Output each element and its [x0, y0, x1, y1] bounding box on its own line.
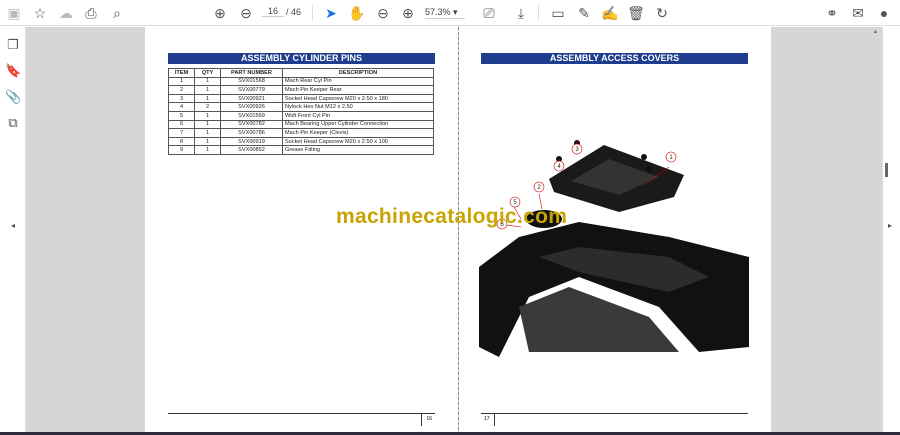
table-row: 4 2 SVX00926 Nylock Hex Nut M12 x 2.50 [168, 102, 434, 112]
table-cell: SVX00779 [220, 85, 283, 95]
zoom-out-icon[interactable]: ⊖ [374, 4, 392, 22]
attachments-icon[interactable]: 📎 [5, 89, 21, 105]
access-covers-illustration: 1 2 3 4 5 6 [479, 140, 749, 357]
page-up-icon[interactable]: ⊕ [211, 4, 229, 22]
toolbar: ▣ ☆ ☁ ⎙ ⌕ ⊕ ⊖ 16 / 46 ➤ ✋ ⊖ ⊕ 57.3% ▾ ⎚ … [0, 0, 900, 26]
search-icon[interactable]: ⌕ [108, 4, 126, 22]
account-icon[interactable]: ● [875, 4, 893, 22]
table-row: 6 1 SVX00782 Mach Bearing Upper Cylinder Co… [168, 119, 434, 130]
sign-icon[interactable]: ✍ [601, 4, 619, 22]
section-title: ASSEMBLY ACCESS COVERS [481, 53, 748, 64]
table-row: 8 1 SVX00919 Socket Head Capscrew M20 x 2.5… [168, 136, 434, 147]
print-icon[interactable]: ⎙ [82, 4, 100, 22]
table-cell: SVX01569 [220, 110, 283, 121]
collapse-left-icon[interactable]: ◂ [5, 221, 21, 237]
table-cell: 1 [194, 128, 221, 138]
scroll-mode-icon[interactable]: ⤓ [512, 4, 530, 22]
page-footer: 16 [168, 413, 435, 426]
table-row: 9 1 SVX00852 Grease Fitting [168, 145, 434, 155]
table-cell: 9 [168, 145, 195, 155]
upload-cloud-icon[interactable]: ☁ [57, 4, 75, 22]
table-cell: Mach Pin Keeper (Clevis) [282, 128, 434, 138]
table-cell: 3 [168, 93, 195, 104]
page-footer: 17 [481, 413, 748, 426]
share-link-icon[interactable]: ⚭ [823, 4, 841, 22]
col-header: DESCRIPTION [282, 68, 434, 78]
col-header: PART NUMBER [220, 68, 283, 78]
page-total: / 46 [286, 7, 302, 17]
comment-icon[interactable]: ▭ [549, 4, 567, 22]
page-thumbnails-icon[interactable]: ❐ [5, 37, 21, 53]
save-icon[interactable]: ▣ [5, 4, 23, 22]
table-cell: 1 [194, 93, 221, 104]
page-number-input[interactable]: 16 [262, 6, 284, 17]
table-cell: Mach Bearing Upper Cylinder Connection [282, 119, 434, 130]
table-cell: SVX00921 [220, 93, 283, 104]
table-cell: 2 [194, 102, 221, 112]
email-icon[interactable]: ✉ [849, 4, 867, 22]
table-row: 7 1 SVX00786 Mach Pin Keeper (Clevis) [168, 128, 434, 138]
table-cell: 1 [168, 76, 195, 87]
highlight-pen-icon[interactable]: ✎ [575, 4, 593, 22]
table-cell: 2 [168, 85, 195, 95]
table-row: 5 1 SVX01569 Widt Front Cyl Pin [168, 110, 434, 121]
layers-icon[interactable]: ⧉ [5, 115, 21, 131]
parts-table: ITEM QTY PART NUMBER DESCRIPTION 1 1 SVX01… [168, 68, 434, 155]
table-cell: Mach Pin Keeper Rear [282, 85, 434, 95]
table-row: 3 1 SVX00921 Socket Head Capscrew M20 x 2.5… [168, 93, 434, 104]
document-canvas[interactable]: ASSEMBLY CYLINDER PINS ITEM QTY PART NUM… [26, 27, 882, 435]
table-cell: SVX01568 [220, 76, 283, 87]
table-cell: SVX00852 [220, 145, 283, 155]
table-cell: 1 [194, 136, 221, 147]
bookmark-star-icon[interactable]: ☆ [31, 4, 49, 22]
table-cell: 1 [194, 85, 221, 95]
vertical-scrollbar[interactable]: ▸ [882, 27, 900, 435]
watermark: machinecatalogic.com [336, 205, 568, 228]
table-cell: SVX00786 [220, 128, 283, 138]
table-cell: 7 [168, 128, 195, 138]
page-number: 16 [426, 416, 432, 422]
zoom-in-icon[interactable]: ⊕ [399, 4, 417, 22]
hand-tool-icon[interactable]: ✋ [348, 4, 366, 22]
select-cursor-icon[interactable]: ➤ [322, 4, 340, 22]
zoom-level-select[interactable]: 57.3% ▾ [425, 7, 465, 19]
left-sidebar: ❐ 🔖 📎 ⧉ ◂ [0, 27, 26, 435]
rotate-icon[interactable]: ↻ [653, 4, 671, 22]
table-cell: 1 [194, 110, 221, 121]
col-header: QTY [194, 68, 221, 78]
section-title: ASSEMBLY CYLINDER PINS [168, 53, 435, 64]
page-17: ASSEMBLY ACCESS COVERS 1 2 3 4 5 6 17 [459, 27, 771, 435]
table-cell: Widt Front Cyl Pin [282, 110, 434, 121]
table-cell: SVX00782 [220, 119, 283, 130]
table-cell: 1 [194, 119, 221, 130]
table-cell: SVX00926 [220, 102, 283, 112]
table-cell: Socket Head Capscrew M20 x 2.50 x 100 [282, 136, 434, 147]
table-cell: 8 [168, 136, 195, 147]
table-cell: Mach Rear Cyl Pin [282, 76, 434, 87]
bookmarks-icon[interactable]: 🔖 [5, 63, 21, 79]
page-down-icon[interactable]: ⊖ [237, 4, 255, 22]
table-cell: Nylock Hex Nut M12 x 2.50 [282, 102, 434, 112]
table-cell: 4 [168, 102, 195, 112]
scrollbar-thumb[interactable] [885, 163, 888, 177]
table-cell: 1 [194, 76, 221, 87]
page-16: ASSEMBLY CYLINDER PINS ITEM QTY PART NUM… [145, 27, 458, 435]
table-cell: 6 [168, 119, 195, 130]
zoom-value: 57.3% [425, 7, 451, 17]
table-cell: Grease Fitting [282, 145, 434, 155]
table-cell: SVX00919 [220, 136, 283, 147]
table-row: 1 1 SVX01568 Mach Rear Cyl Pin [168, 76, 434, 87]
table-cell: 5 [168, 110, 195, 121]
table-cell: Socket Head Capscrew M20 x 2.50 x 180 [282, 93, 434, 104]
table-cell: 1 [194, 145, 221, 155]
delete-icon[interactable]: 🗑 [627, 4, 645, 22]
page-number: 17 [484, 416, 490, 422]
table-row: 2 1 SVX00779 Mach Pin Keeper Rear [168, 85, 434, 95]
collapse-right-icon[interactable]: ▸ [888, 221, 892, 230]
fit-page-icon[interactable]: ⎚ [480, 4, 498, 22]
col-header: ITEM [168, 68, 195, 78]
